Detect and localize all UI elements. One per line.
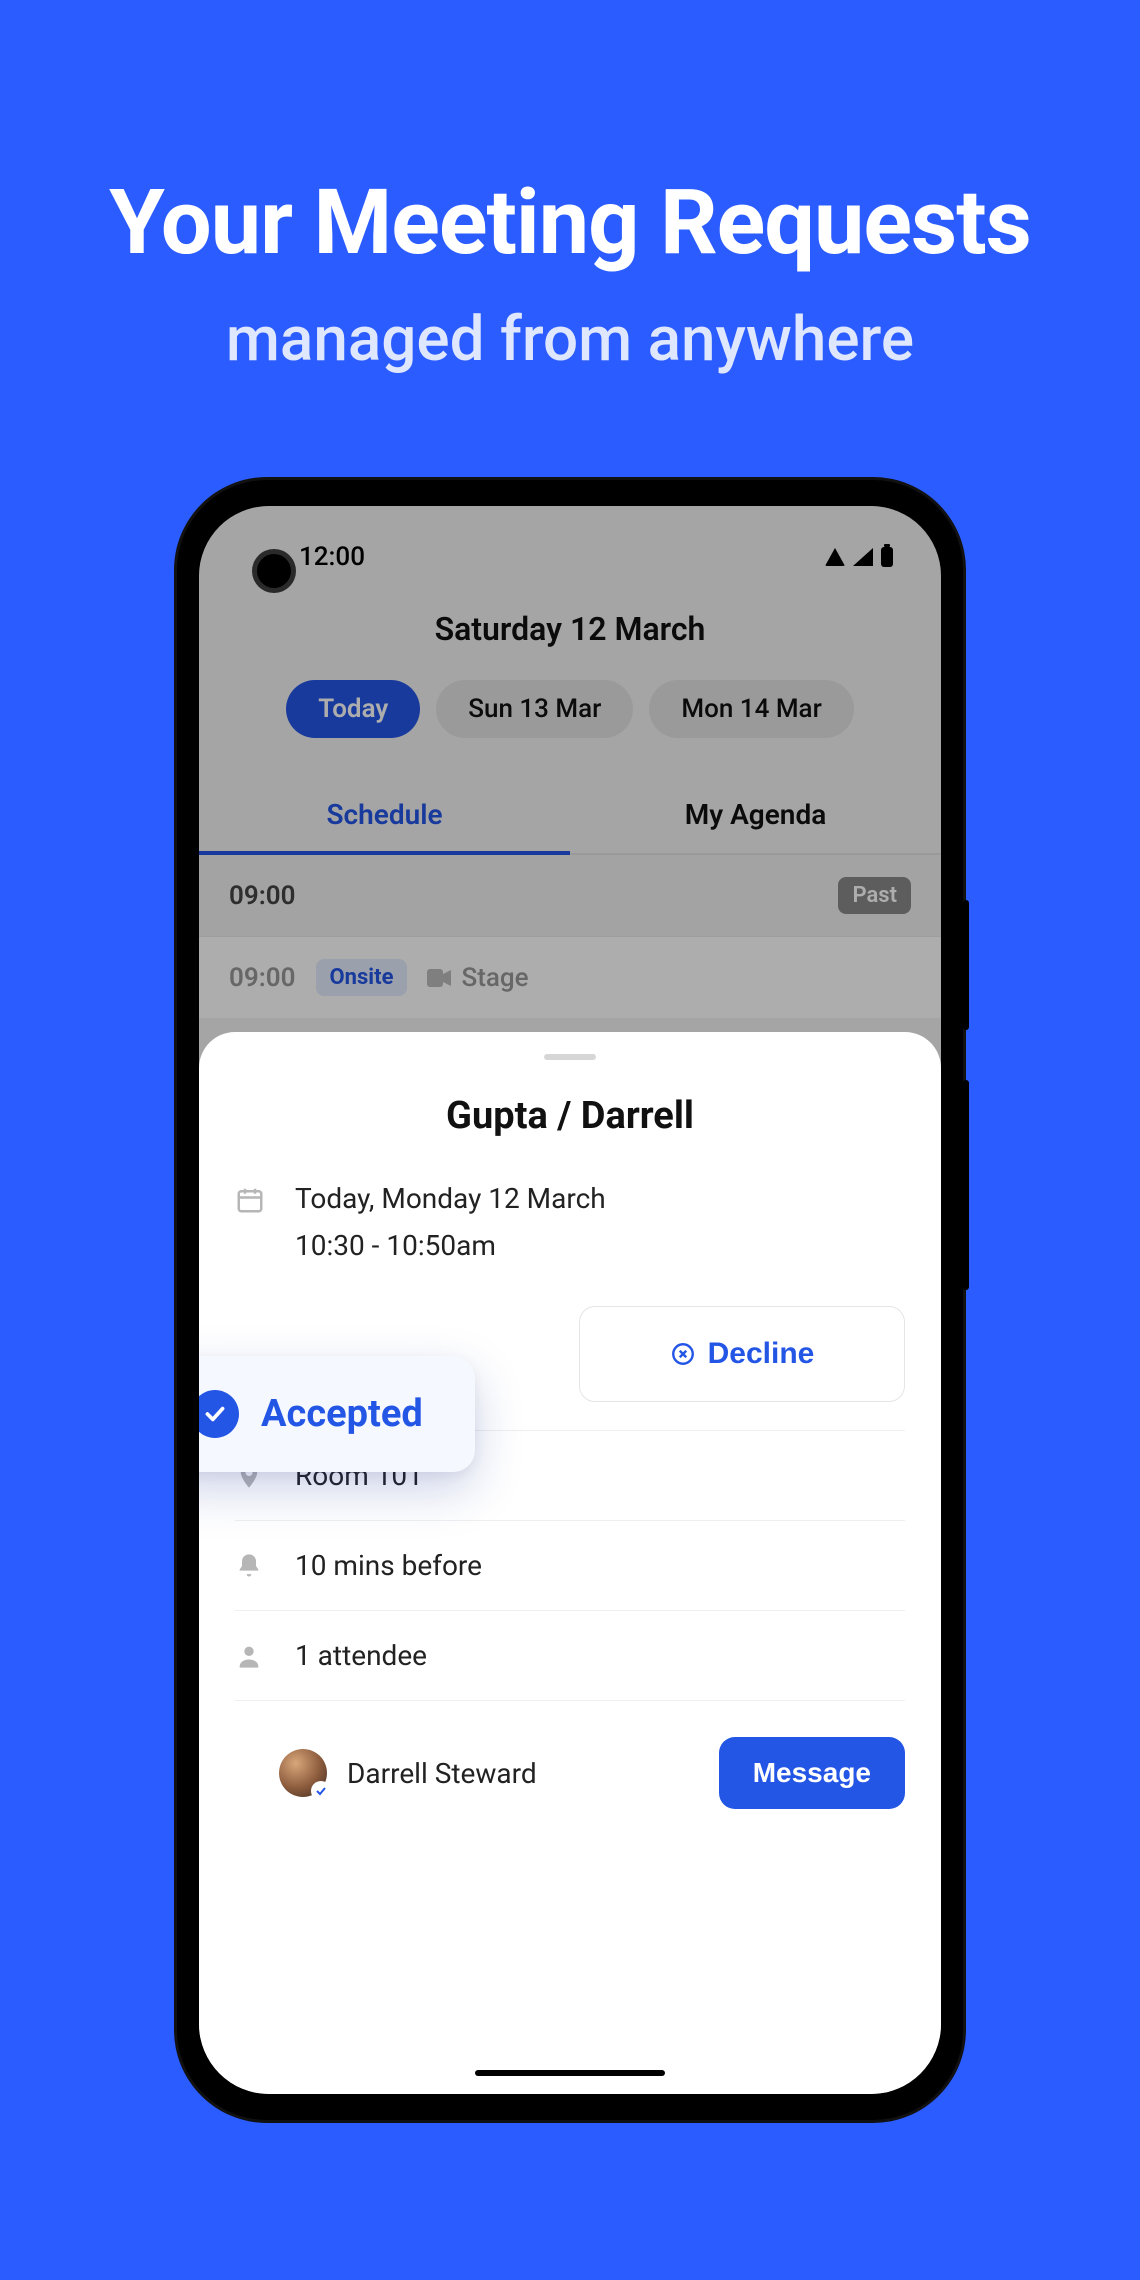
promo-title: Your Meeting Requests <box>0 170 1140 275</box>
android-nav-pill[interactable] <box>475 2070 665 2076</box>
person-icon <box>235 1642 269 1670</box>
phone-screen: 12:00 Saturday 12 March Today Sun 13 Mar… <box>199 506 941 2094</box>
divider <box>235 1520 905 1521</box>
phone-side-button <box>963 900 969 1030</box>
reminder-row[interactable]: 10 mins before <box>199 1549 941 1582</box>
accepted-label: Accepted <box>261 1392 423 1436</box>
attendee-info[interactable]: Darrell Steward <box>279 1749 537 1797</box>
attendees-text: 1 attendee <box>295 1639 905 1672</box>
meeting-date: Today, Monday 12 March <box>295 1182 905 1215</box>
attendee-name: Darrell Steward <box>347 1757 537 1790</box>
message-label: Message <box>753 1757 871 1788</box>
x-circle-icon <box>670 1341 696 1367</box>
phone-side-button <box>963 1080 969 1290</box>
divider <box>235 1610 905 1611</box>
meeting-title: Gupta / Darrell <box>199 1094 941 1138</box>
divider <box>235 1700 905 1701</box>
promo-headline: Your Meeting Requests managed from anywh… <box>0 170 1140 376</box>
phone-frame: 12:00 Saturday 12 March Today Sun 13 Mar… <box>177 480 963 2120</box>
attendees-row[interactable]: 1 attendee <box>199 1639 941 1672</box>
meeting-time: 10:30 - 10:50am <box>295 1229 905 1262</box>
camera-hole <box>257 554 291 588</box>
avatar-check-badge <box>311 1781 331 1801</box>
meeting-date-row: Today, Monday 12 March 10:30 - 10:50am <box>199 1182 941 1262</box>
calendar-icon <box>235 1185 269 1215</box>
bell-icon <box>235 1552 269 1580</box>
message-button[interactable]: Message <box>719 1737 905 1809</box>
decline-button[interactable]: Decline <box>579 1306 905 1402</box>
reminder-text: 10 mins before <box>295 1549 905 1582</box>
sheet-grabber[interactable] <box>544 1054 596 1060</box>
avatar <box>279 1749 327 1797</box>
meeting-detail-sheet: Gupta / Darrell Today, Monday 12 March 1… <box>199 1032 941 2094</box>
accepted-button[interactable]: Accepted <box>199 1356 475 1472</box>
promo-subtitle: managed from anywhere <box>0 303 1140 376</box>
check-circle-icon <box>199 1390 239 1438</box>
decline-label: Decline <box>708 1337 815 1371</box>
attendee-item: Darrell Steward Message <box>199 1729 941 1809</box>
